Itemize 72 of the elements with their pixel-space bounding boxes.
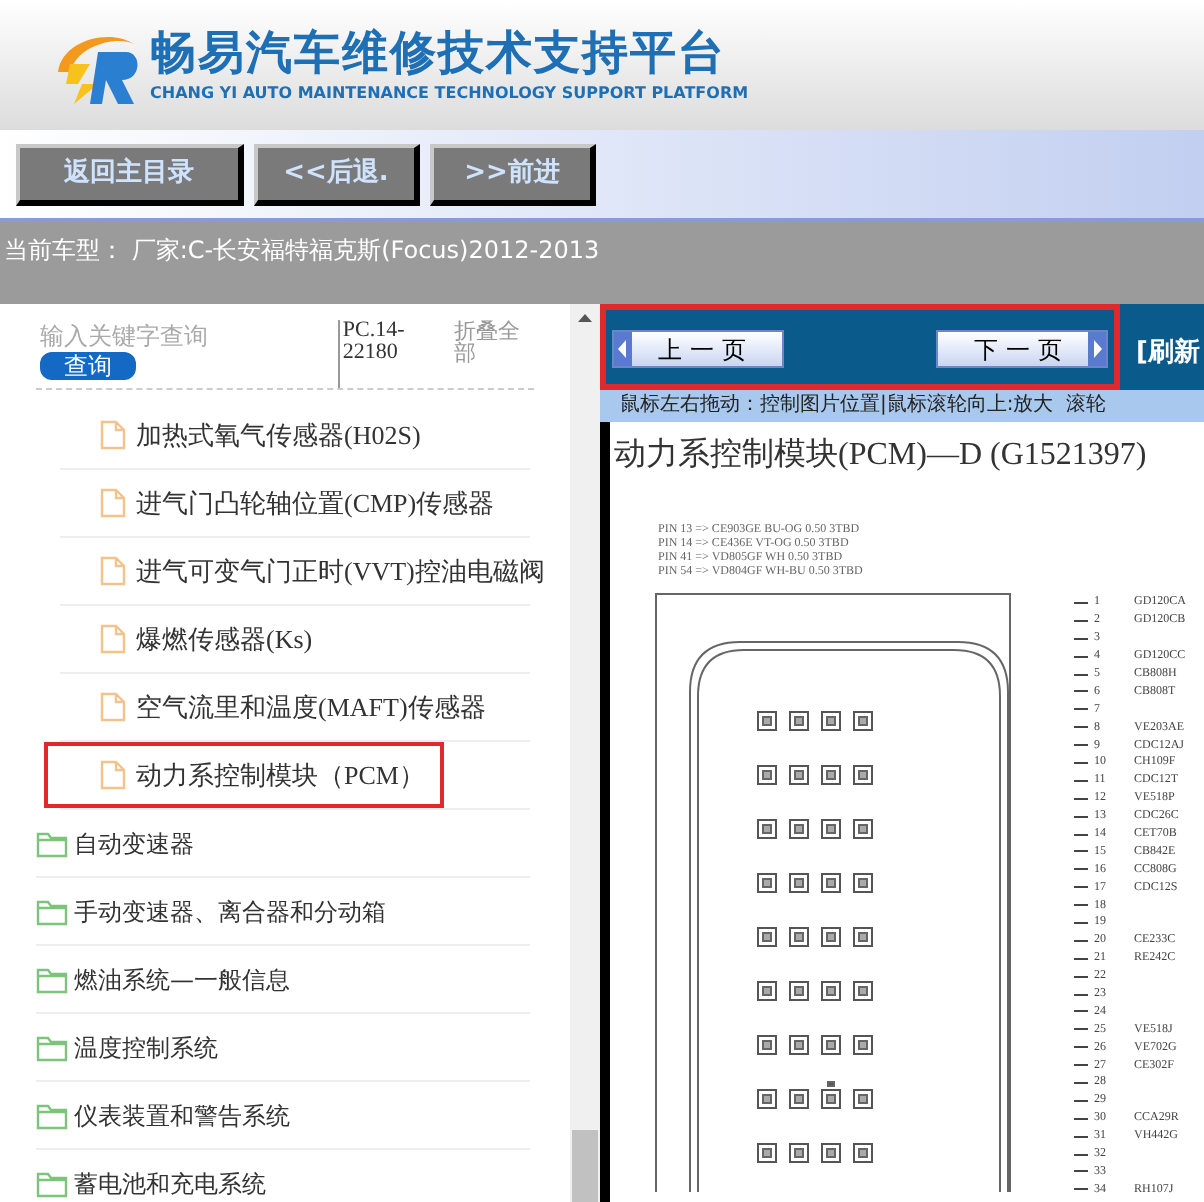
- pin-lead-line: [1074, 797, 1088, 800]
- tree-item[interactable]: 燃油系统—一般信息: [36, 947, 306, 1011]
- pin-lead-line: [1074, 939, 1088, 942]
- site-title: 畅易汽车维修技术支持平台: [150, 25, 728, 81]
- current-model-text: 当前车型： 厂家:C-长安福特福克斯(Focus)2012-2013: [4, 236, 600, 264]
- previous-page-button[interactable]: 上一页: [612, 330, 784, 368]
- pin-lead-line: [1074, 886, 1088, 889]
- pin-lead-line: [1074, 993, 1088, 996]
- document-icon: [100, 692, 126, 722]
- pin-lead-line: [1074, 1064, 1088, 1067]
- refresh-link[interactable]: [刷新: [1136, 333, 1200, 373]
- document-code: PC.14-22180: [342, 320, 407, 364]
- pin-lead-line: [1074, 761, 1088, 764]
- pin-lead-line: [1074, 655, 1088, 658]
- tree-item[interactable]: 蓄电池和充电系统: [36, 1151, 282, 1202]
- pin-lead-line: [1074, 619, 1088, 622]
- folder-icon: [36, 1101, 68, 1129]
- pin-lead-line: [1074, 673, 1088, 675]
- pin-lead-line: [1074, 708, 1088, 711]
- tree-item[interactable]: 仪表装置和警告系统: [36, 1083, 306, 1147]
- scrollbar[interactable]: [570, 304, 600, 1202]
- pin-lead-line: [1074, 1081, 1088, 1084]
- pin-lead-line: [1074, 975, 1088, 978]
- pin-lead-line: [1074, 833, 1088, 836]
- pin-lead-line: [1074, 1117, 1088, 1120]
- document-icon: [100, 488, 126, 518]
- folder-icon: [36, 1033, 68, 1061]
- pin-lead-line: [1074, 779, 1088, 782]
- scrollbar-thumb[interactable]: [572, 1130, 598, 1202]
- pin-lead-line: [1074, 690, 1088, 693]
- folder-icon: [36, 829, 68, 857]
- document-title: 动力系控制模块(PCM)—D (G1521397): [614, 436, 1149, 476]
- folder-icon: [36, 965, 68, 993]
- pin-lead-line: [1074, 957, 1088, 960]
- tree-item[interactable]: 空气流里和温度(MAFT)传感器: [60, 674, 502, 740]
- pin-lead-line: [1074, 1099, 1088, 1102]
- hint-text: 鼠标左右拖动：控制图片位置|鼠标滚轮向上:放大 滚轮: [620, 392, 1107, 420]
- tree-item[interactable]: 自动变速器: [36, 811, 210, 875]
- pin-lead-line: [1074, 726, 1088, 729]
- folder-icon: [36, 1169, 68, 1197]
- document-icon: [100, 420, 126, 450]
- pin-lead-line: [1074, 744, 1088, 747]
- pin-lead-line: [1074, 1188, 1088, 1191]
- pin-lead-line: [1074, 1170, 1088, 1173]
- pin-lead-line: [1074, 868, 1088, 871]
- search-button[interactable]: 查询: [40, 352, 136, 380]
- tree-item[interactable]: 进气可变气门正时(VVT)控油电磁阀: [60, 538, 561, 604]
- tree-item[interactable]: 进气门凸轮轴位置(CMP)传感器: [60, 470, 511, 536]
- document-icon: [100, 760, 126, 790]
- pin-lead-line: [1074, 637, 1088, 640]
- pin-lead-line: [1074, 1046, 1088, 1049]
- pin-lead-line: [1074, 815, 1088, 818]
- pin-lead-line: [1074, 850, 1088, 853]
- pin-lead-line: [1074, 1028, 1088, 1031]
- site-subtitle: CHANG YI AUTO MAINTENANCE TECHNOLOGY SUPPORT PLATFORM: [150, 81, 749, 105]
- tree-item[interactable]: 手动变速器、离合器和分动箱: [36, 879, 402, 943]
- pin-lead-line: [1074, 1153, 1088, 1156]
- tree-item[interactable]: 爆燃传感器(Ks): [60, 606, 329, 672]
- document-icon: [100, 624, 126, 654]
- folder-icon: [36, 897, 68, 925]
- document-icon: [100, 556, 126, 586]
- search-field[interactable]: 输入关键字查询: [40, 320, 290, 352]
- tree-item[interactable]: 加热式氧气传感器(H02S): [60, 402, 437, 468]
- next-page-button[interactable]: 下一页: [936, 330, 1109, 368]
- pin-lead-line: [1074, 921, 1088, 924]
- tree-item[interactable]: 温度控制系统: [36, 1015, 234, 1079]
- pin-lead-line: [1074, 1135, 1088, 1138]
- pin-lead-line: [1074, 601, 1088, 604]
- scroll-up-icon[interactable]: [578, 314, 592, 322]
- pin-lead-line: [1074, 1010, 1088, 1013]
- tree-item[interactable]: 动力系控制模块（PCM）: [44, 742, 445, 808]
- pin-lead-line: [1074, 904, 1088, 907]
